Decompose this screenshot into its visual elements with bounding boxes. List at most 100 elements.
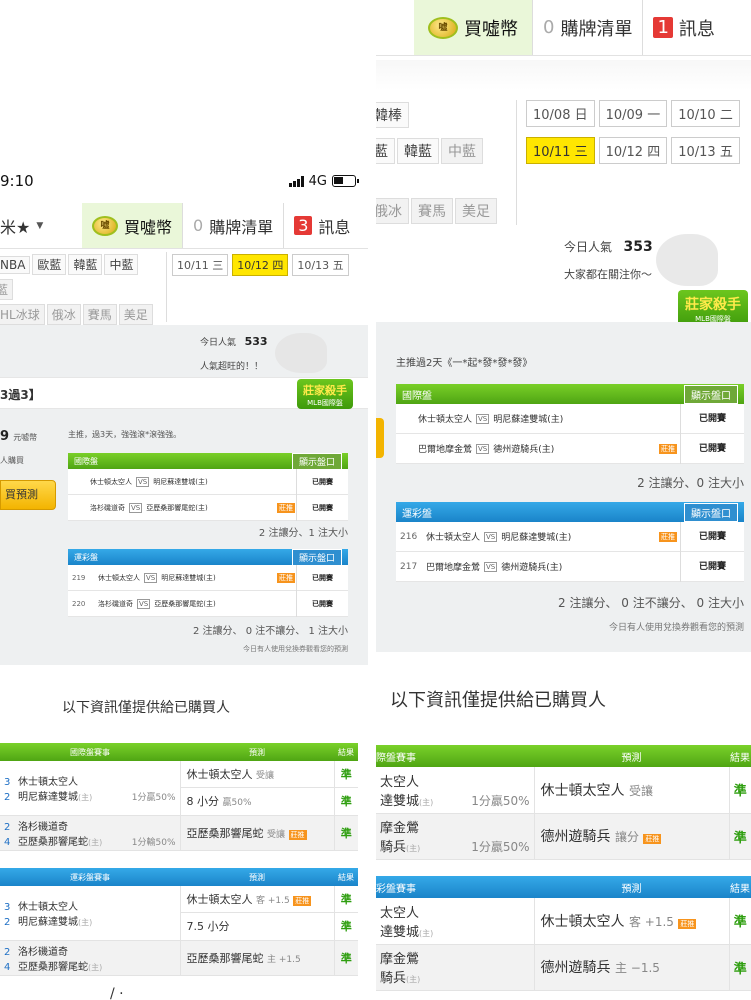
- category-chip[interactable]: 美足: [455, 198, 497, 224]
- result-mark: 準: [728, 813, 751, 860]
- date-chip[interactable]: 10/13 五: [671, 137, 740, 164]
- game-row: 219 休士頓太空人 VS 明尼蘇達雙城(主) 莊推 已開賽: [68, 564, 348, 591]
- lottery-panel: 運彩盤 顯示盤口 219 休士頓太空人 VS 明尼蘇達雙城(主) 莊推 已開賽 220 洛杉磯…: [68, 548, 348, 617]
- info-header: 以下資訊僅提供給已購買人: [390, 690, 606, 711]
- category-row: HL冰球 俄冰 賽馬 美足: [0, 302, 160, 327]
- date-chip[interactable]: 10/11 三: [526, 137, 595, 164]
- intl-panel: 國際盤 顯示盤口 休士頓太空人 VS 明尼蘇達雙城(主) 已開賽 洛杉磯道奇 VS 亞歷桑那…: [68, 452, 348, 521]
- result-table-intl: 際盤賽事 預測 結果 太空人 達雙城(主) 1分贏50% 休士頓太空人 受讓準摩金鶯騎…: [376, 745, 751, 860]
- category-chip[interactable]: 韓藍: [68, 254, 103, 275]
- buy-coin-button[interactable]: 噓 買噓幣: [82, 203, 183, 248]
- category-chip[interactable]: 賽馬: [82, 304, 117, 325]
- result-mark: 準: [333, 787, 358, 816]
- game-row: 休士頓太空人 VS 明尼蘇達雙城(主) 已開賽: [396, 403, 744, 434]
- home-team: 亞歷桑那響尾蛇(主): [146, 503, 208, 512]
- result-mark: 準: [333, 815, 358, 851]
- decor-swirl-icon: [656, 234, 718, 286]
- prediction: 休士頓太空人: [540, 782, 625, 799]
- team-name: 洛杉磯道奇: [18, 946, 68, 958]
- team-name: 達雙城: [380, 793, 420, 809]
- vs-badge: VS: [484, 561, 498, 572]
- category-chip[interactable]: 歐藍: [32, 254, 67, 275]
- date-chip[interactable]: 10/12 四: [232, 254, 289, 276]
- date-chip[interactable]: 10/11 三: [172, 254, 229, 276]
- date-chip[interactable]: 10/08 日: [526, 100, 595, 127]
- category-chip[interactable]: 俄冰: [376, 198, 409, 224]
- result-row: 2 洛杉磯道奇 4 亞歷桑那響尾蛇(主) 亞歷桑那響尾蛇 主 +1.5 準: [0, 940, 358, 976]
- date-chip[interactable]: 10/12 四: [598, 137, 668, 164]
- show-odds-button[interactable]: 顯示盤口: [291, 452, 342, 470]
- game-number: 216: [400, 531, 418, 542]
- messages-button[interactable]: 1 訊息: [642, 0, 724, 55]
- game-row: 巴爾地摩金鶯 VS 德州遊騎兵(主) 莊推 已開賽: [396, 433, 744, 464]
- home-team: 明尼蘇達雙城(主): [501, 533, 572, 543]
- category-chip[interactable]: 韓棒: [376, 102, 409, 128]
- banker-tag: 莊推: [659, 531, 677, 542]
- show-odds-button[interactable]: 顯示盤口: [684, 384, 738, 404]
- category-chip[interactable]: 藍: [0, 279, 14, 300]
- show-odds-button[interactable]: 顯示盤口: [291, 548, 342, 566]
- line-result: 1分輸50%: [131, 837, 176, 848]
- cart-button[interactable]: 0 購牌清單: [182, 203, 283, 248]
- category-chip[interactable]: 韓藍: [397, 138, 439, 164]
- game-status: 已開賽: [680, 551, 744, 582]
- away-team: 洛杉磯道奇: [98, 599, 133, 608]
- team-name: 騎兵: [380, 840, 407, 855]
- away-team: 休士頓太空人: [426, 533, 481, 543]
- game-number: 217: [400, 561, 418, 572]
- away-team: 洛杉磯道奇: [90, 503, 125, 512]
- category-chip[interactable]: 賽馬: [411, 198, 453, 224]
- banker-tag: 莊推: [277, 572, 295, 583]
- game-number: 220: [72, 599, 86, 608]
- date-chip[interactable]: 10/10 二: [671, 100, 740, 127]
- status-time: 9:10: [0, 172, 34, 190]
- team-name: 明尼蘇達雙城: [18, 916, 78, 928]
- buy-prediction-button[interactable]: 買預測: [0, 480, 56, 510]
- date-selector: 10/11 三 10/12 四 10/13 五: [170, 252, 368, 278]
- vs-badge: VS: [137, 598, 151, 609]
- category-chip[interactable]: 俄冰: [46, 304, 81, 325]
- date-chip[interactable]: 10/09 一: [598, 100, 668, 127]
- banker-tag: 莊推: [293, 896, 312, 907]
- team-name: 洛杉磯道奇: [18, 821, 68, 833]
- result-mark: 準: [333, 912, 358, 941]
- result-table-lottery: 彩盤賽事 預測 結果 太空人 達雙城(主) 休士頓太空人 客 +1.5 莊推準摩金鶯…: [376, 876, 751, 991]
- home-team: 明尼蘇達雙城(主): [153, 477, 208, 486]
- category-chip[interactable]: 中藍: [104, 254, 139, 275]
- vs-badge: VS: [476, 413, 490, 424]
- vs-badge: VS: [144, 572, 158, 583]
- network-label: 4G: [308, 173, 327, 189]
- category-list: 韓棒 藍韓藍 中藍 俄冰 賽馬 美足: [376, 100, 516, 226]
- show-odds-button[interactable]: 顯示盤口: [684, 502, 738, 522]
- away-team: 巴爾地摩金鶯: [418, 445, 473, 455]
- game-row: 休士頓太空人 VS 明尼蘇達雙城(主) 已開賽: [68, 468, 348, 495]
- category-chip[interactable]: 中藍: [441, 138, 483, 164]
- buy-coin-button[interactable]: 噓 買噓幣: [414, 0, 532, 55]
- category-chip[interactable]: HL冰球: [0, 304, 45, 325]
- result-row: 太空人 達雙城(主) 休士頓太空人 客 +1.5 莊推準: [376, 898, 751, 945]
- banker-tag: 莊推: [643, 834, 662, 844]
- game-status: 已開賽: [680, 433, 744, 464]
- category-chip[interactable]: 美足: [118, 304, 153, 325]
- team-name: 達雙城: [380, 924, 420, 940]
- left-screenshot: 9:10 4G 米★ ▼ 噓 買噓幣 0 購牌清單 3 訊息 NBA 歐藍 韓藍…: [0, 0, 368, 1000]
- cart-button[interactable]: 0 購牌清單: [532, 0, 642, 55]
- away-team: 休士頓太空人: [418, 415, 473, 425]
- predict-panel: 今日人氣 533 人氣超旺的！！ 3過3】 莊家殺手 MLB國際盤 9 元噓幣 …: [0, 325, 368, 665]
- site-title[interactable]: 米★ ▼: [0, 203, 82, 248]
- team-name: 明尼蘇達雙城: [18, 791, 78, 803]
- signal-icon: [288, 175, 304, 187]
- banker-tag: 莊推: [659, 443, 677, 454]
- team-name: 休士頓太空人: [18, 776, 78, 788]
- category-chip[interactable]: NBA: [0, 256, 31, 274]
- messages-button[interactable]: 3 訊息: [283, 203, 360, 248]
- result-row: 3 休士頓太空人 2 明尼蘇達雙城(主) 休士頓太空人 客 +1.5 莊推準: [0, 886, 358, 941]
- game-row: 216 休士頓太空人 VS 明尼蘇達雙城(主) 莊推 已開賽: [396, 521, 744, 552]
- banker-tag: 莊推: [277, 502, 295, 513]
- decor-swirl-icon: [275, 333, 327, 373]
- category-chip[interactable]: 藍: [376, 138, 395, 164]
- top-nav: 噓 買噓幣 0 購牌清單 1 訊息: [376, 0, 751, 56]
- vs-badge: VS: [136, 476, 150, 487]
- date-chip[interactable]: 10/13 五: [292, 254, 349, 276]
- result-mark: 準: [333, 940, 358, 976]
